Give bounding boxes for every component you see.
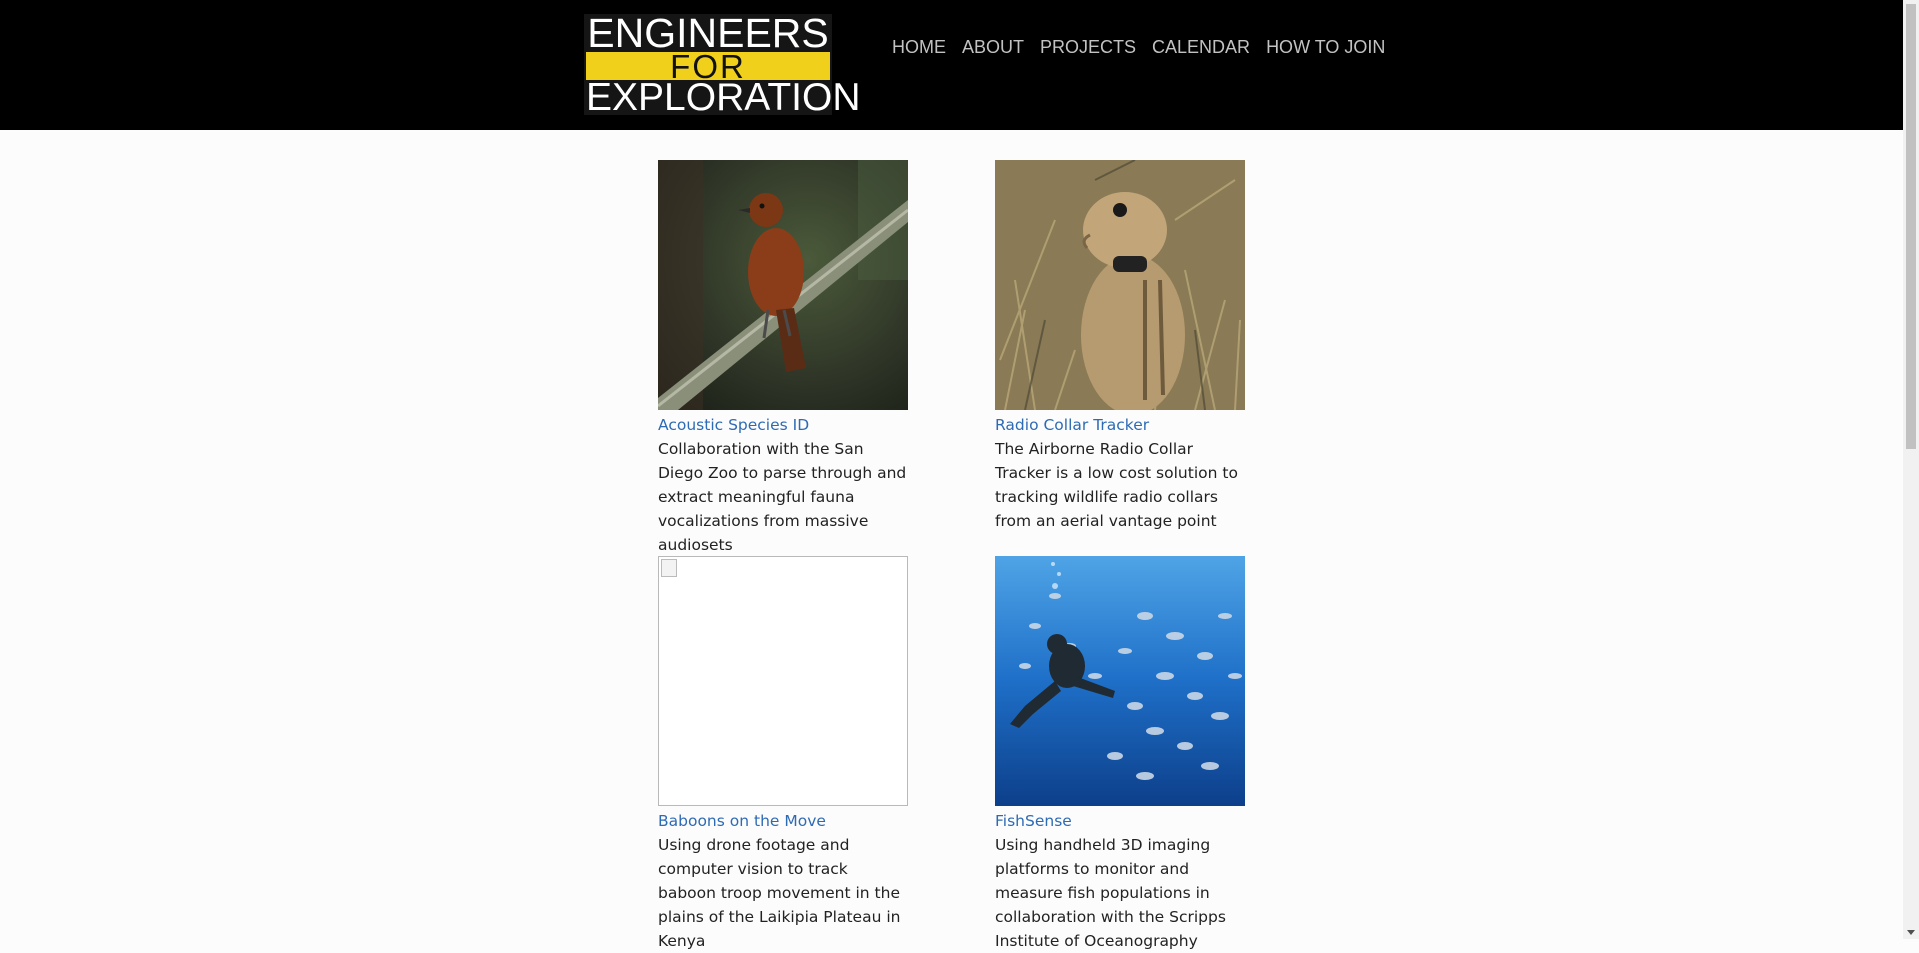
main-nav: HOME ABOUT PROJECTS CALENDAR HOW TO JOIN: [892, 34, 1385, 60]
project-description: Using handheld 3D imaging platforms to m…: [995, 836, 1226, 950]
scroll-down-arrow-icon[interactable]: [1907, 930, 1915, 935]
project-card-radio-collar-tracker: Radio Collar Tracker The Airborne Radio …: [995, 160, 1245, 533]
logo-text-bottom: EXPLORATION: [586, 76, 861, 119]
broken-image-glyph-icon: [661, 559, 677, 577]
nav-home[interactable]: HOME: [892, 34, 946, 60]
project-image-diver[interactable]: [995, 556, 1245, 806]
project-image-squirrel[interactable]: [995, 160, 1245, 410]
nav-about[interactable]: ABOUT: [962, 34, 1024, 60]
site-header: ENGINEERS FOR EXPLORATION HOME ABOUT PRO…: [0, 0, 1903, 130]
project-image-bird[interactable]: [658, 160, 908, 410]
site-logo[interactable]: ENGINEERS FOR EXPLORATION: [584, 10, 861, 119]
project-card-fishsense: FishSense Using handheld 3D imaging plat…: [995, 556, 1245, 953]
nav-how-to-join[interactable]: HOW TO JOIN: [1266, 34, 1385, 60]
ground-squirrel-photo: [995, 160, 1245, 410]
project-title-link[interactable]: Acoustic Species ID: [658, 413, 908, 437]
nav-calendar[interactable]: CALENDAR: [1152, 34, 1250, 60]
diver-with-fish-photo: [995, 556, 1245, 806]
project-title-link[interactable]: Radio Collar Tracker: [995, 413, 1245, 437]
project-description: Collaboration with the San Diego Zoo to …: [658, 440, 907, 554]
page-scrollbar[interactable]: [1903, 0, 1919, 939]
bird-on-branch-photo: [658, 160, 908, 410]
nav-projects[interactable]: PROJECTS: [1040, 34, 1136, 60]
scrollbar-thumb[interactable]: [1906, 4, 1916, 449]
project-title-link[interactable]: FishSense: [995, 809, 1245, 833]
project-card-acoustic-species-id: Acoustic Species ID Collaboration with t…: [658, 160, 908, 557]
project-card-baboons-on-the-move: Baboons on the Move Using drone footage …: [658, 556, 908, 953]
broken-image-icon[interactable]: [658, 556, 908, 806]
project-description: The Airborne Radio Collar Tracker is a l…: [995, 440, 1238, 530]
project-title-link[interactable]: Baboons on the Move: [658, 809, 908, 833]
project-description: Using drone footage and computer vision …: [658, 836, 901, 950]
logo-text-top: ENGINEERS: [587, 10, 829, 56]
